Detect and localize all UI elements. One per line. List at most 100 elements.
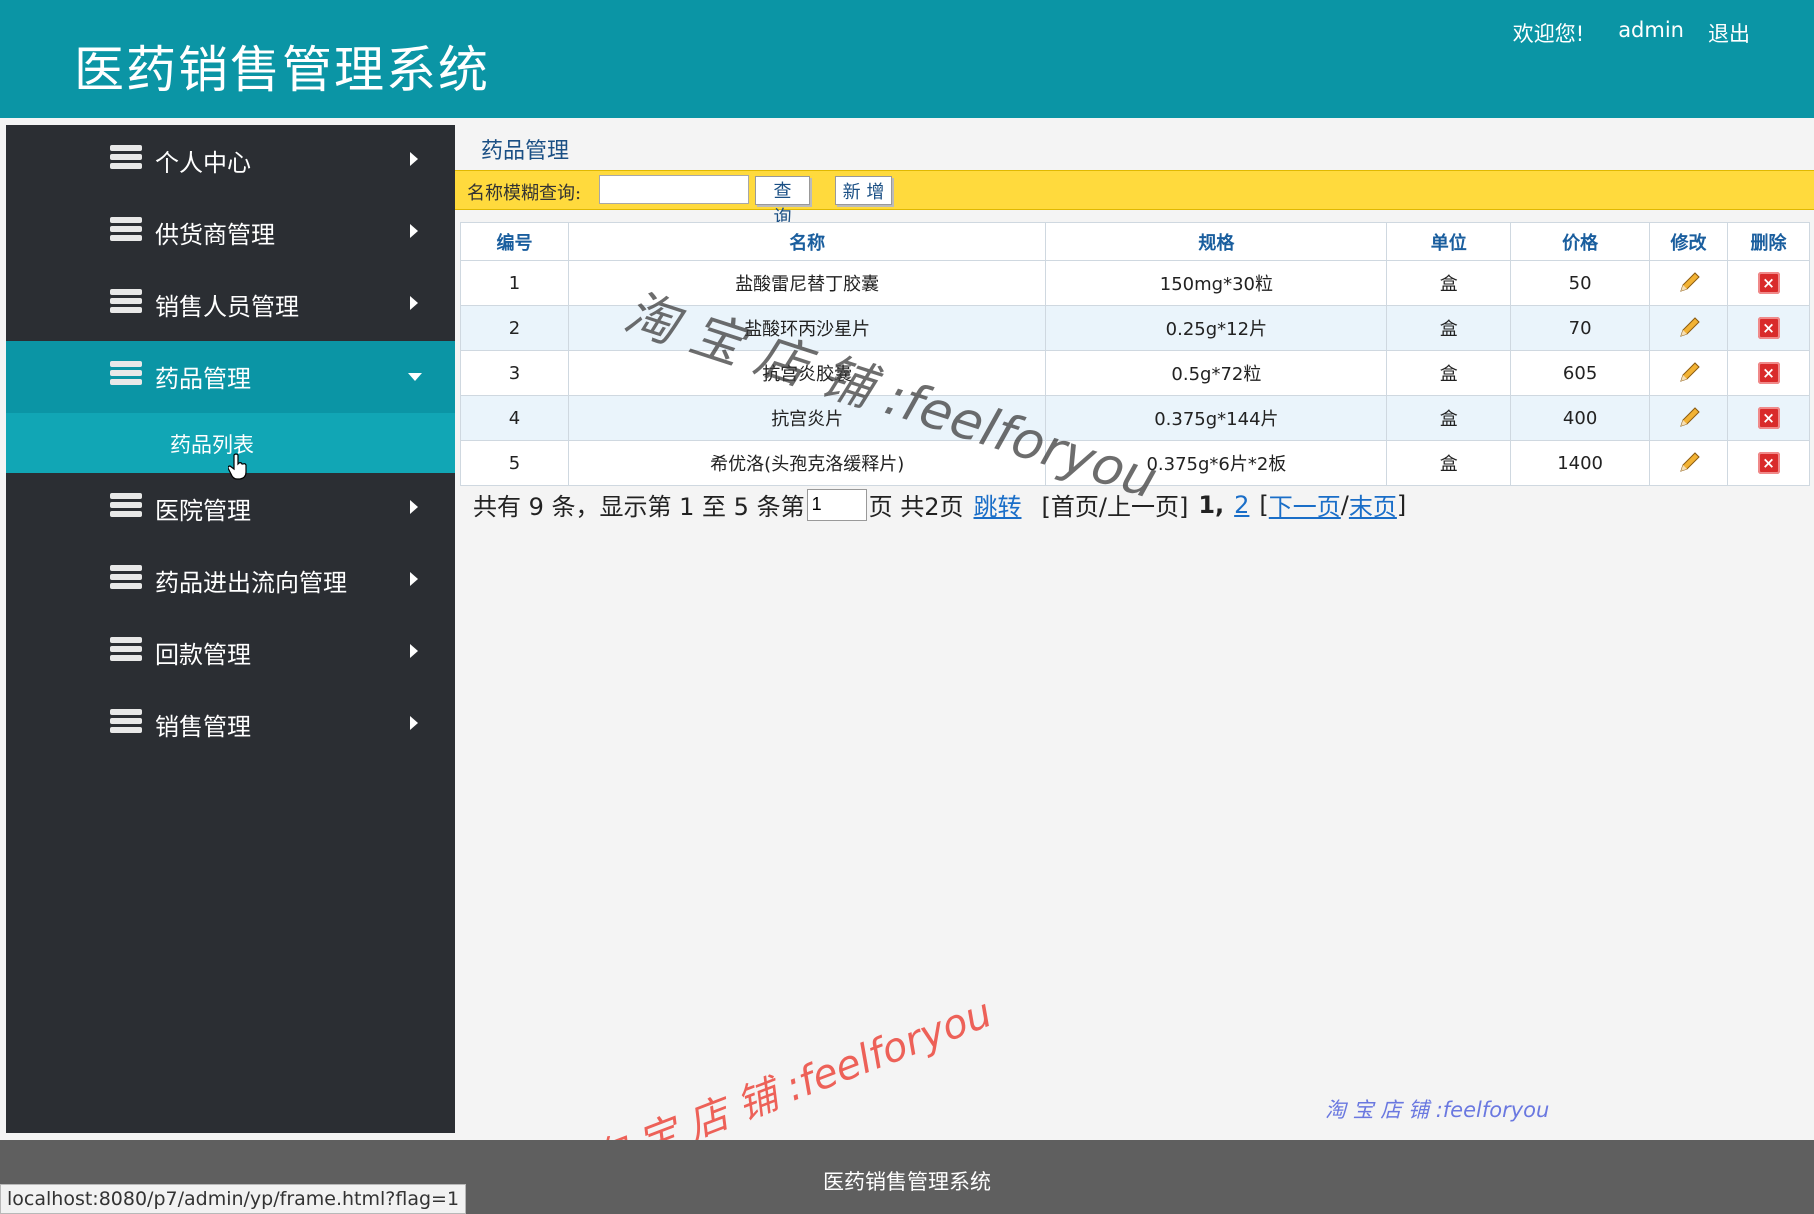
pencil-icon[interactable] [1677,271,1701,295]
cell-delete: × [1727,260,1810,306]
sidebar-item-label: 供货商管理 [155,221,275,249]
stack-icon [110,709,142,735]
username: admin [1618,18,1684,42]
pager-bracket-open: [ [1259,490,1269,519]
sidebar-item-sales[interactable]: 销售管理 [6,689,455,761]
header: 医药销售管理系统 欢迎您! admin 退出 [0,0,1814,118]
cell-id: 4 [460,395,569,441]
cell-unit: 盒 [1386,395,1512,441]
page-number-input[interactable] [806,488,867,521]
pagination: 共有 9 条，显示第 1 至 5 条第 页 共2页 跳转 [首页/上一页] 1,… [473,487,1406,522]
caret-right-icon [410,644,418,658]
cell-unit: 盒 [1386,350,1512,396]
stack-icon [110,217,142,243]
sidebar-item-drug[interactable]: 药品管理 [6,341,455,413]
user-bar: 欢迎您! admin 退出 [1513,18,1750,48]
sidebar-item-label: 药品进出流向管理 [155,569,347,597]
cell-unit: 盒 [1386,440,1512,486]
cell-spec: 0.5g*72粒 [1045,350,1388,396]
sidebar-subitem-drug-list[interactable]: 药品列表 [6,413,455,480]
pencil-icon[interactable] [1677,406,1701,430]
sidebar-item-label: 医院管理 [155,497,251,525]
page-2-link[interactable]: 2 [1234,491,1249,519]
sidebar-item-label: 回款管理 [155,641,251,669]
cell-id: 5 [460,440,569,486]
cell-delete: × [1727,350,1810,396]
column-header-delete: 删除 [1727,222,1810,261]
search-button[interactable]: 查 询 [755,176,810,228]
page-title: 药品管理 [481,139,570,164]
stack-icon [110,289,142,315]
add-button[interactable]: 新 增 [835,176,892,205]
cell-id: 1 [460,260,569,306]
jump-link[interactable]: 跳转 [974,487,1022,522]
table-row: 3 抗宫炎胶囊 0.5g*72粒 盒 605 × [460,350,1810,396]
cell-delete: × [1727,440,1810,486]
delete-icon[interactable]: × [1757,272,1780,294]
app-title: 医药销售管理系统 [74,41,490,99]
caret-right-icon [410,296,418,310]
caret-right-icon [410,716,418,730]
stack-icon [110,361,142,387]
delete-icon[interactable]: × [1757,407,1780,429]
delete-icon[interactable]: × [1757,452,1780,474]
cell-spec: 150mg*30粒 [1045,260,1388,306]
sidebar: 个人中心 供货商管理 销售人员管理 药品管理 药品列表 医院管理 药品进出流向管… [6,125,455,1133]
pencil-icon[interactable] [1677,361,1701,385]
sidebar-item-label: 药品管理 [155,365,251,393]
search-toolbar: 名称模糊查询: 查 询 新 增 [455,170,1814,228]
caret-down-icon [408,373,422,381]
caret-right-icon [410,224,418,238]
caret-right-icon [410,500,418,514]
cell-id: 2 [460,305,569,351]
delete-icon[interactable]: × [1757,362,1780,384]
watermark-small: 淘 宝 店 铺 :feelforyou [1325,1098,1550,1122]
sidebar-item-label: 销售人员管理 [155,293,299,321]
welcome-text: 欢迎您! [1512,22,1585,46]
cell-edit [1649,260,1728,306]
caret-right-icon [410,572,418,586]
pager-current-page: 1, [1198,490,1225,519]
cell-unit: 盒 [1386,305,1512,351]
column-header-name[interactable]: 名称 [567,222,1047,261]
cell-id: 3 [460,350,569,396]
sidebar-item-personal-center[interactable]: 个人中心 [6,125,455,197]
stack-icon [110,565,142,591]
column-header-id[interactable]: 编号 [460,222,569,261]
cell-price: 70 [1510,305,1651,351]
cell-edit [1649,305,1728,351]
search-label: 名称模糊查询: [467,183,582,204]
sidebar-item-hospital[interactable]: 医院管理 [6,473,455,545]
cell-price: 400 [1510,395,1651,441]
cell-delete: × [1727,395,1810,441]
next-page-link[interactable]: 下一页 [1269,487,1341,522]
cell-spec: 0.25g*12片 [1045,305,1388,351]
pencil-icon[interactable] [1677,316,1701,340]
cell-delete: × [1727,305,1810,351]
pencil-icon[interactable] [1677,451,1701,475]
sidebar-item-label: 个人中心 [155,149,251,177]
stack-icon [110,493,142,519]
stack-icon [110,637,142,663]
caret-right-icon [410,152,418,166]
column-header-unit[interactable]: 单位 [1386,222,1512,261]
logout-link[interactable]: 退出 [1708,18,1750,48]
cell-edit [1649,440,1728,486]
column-header-spec[interactable]: 规格 [1045,222,1388,261]
cell-price: 1400 [1510,440,1651,486]
column-header-price[interactable]: 价格 [1510,222,1651,261]
stack-icon [110,145,142,171]
cell-price: 50 [1510,260,1651,306]
sidebar-item-sales-staff[interactable]: 销售人员管理 [6,269,455,341]
sidebar-item-payment[interactable]: 回款管理 [6,617,455,689]
sidebar-item-label: 销售管理 [155,713,251,741]
last-page-link[interactable]: 末页 [1349,487,1397,522]
search-input[interactable] [599,175,749,204]
cell-price: 605 [1510,350,1651,396]
cell-unit: 盒 [1386,260,1512,306]
column-header-edit: 修改 [1649,222,1728,261]
sidebar-item-supplier[interactable]: 供货商管理 [6,197,455,269]
sidebar-item-drug-flow[interactable]: 药品进出流向管理 [6,545,455,617]
delete-icon[interactable]: × [1757,317,1780,339]
cell-edit [1649,350,1728,396]
